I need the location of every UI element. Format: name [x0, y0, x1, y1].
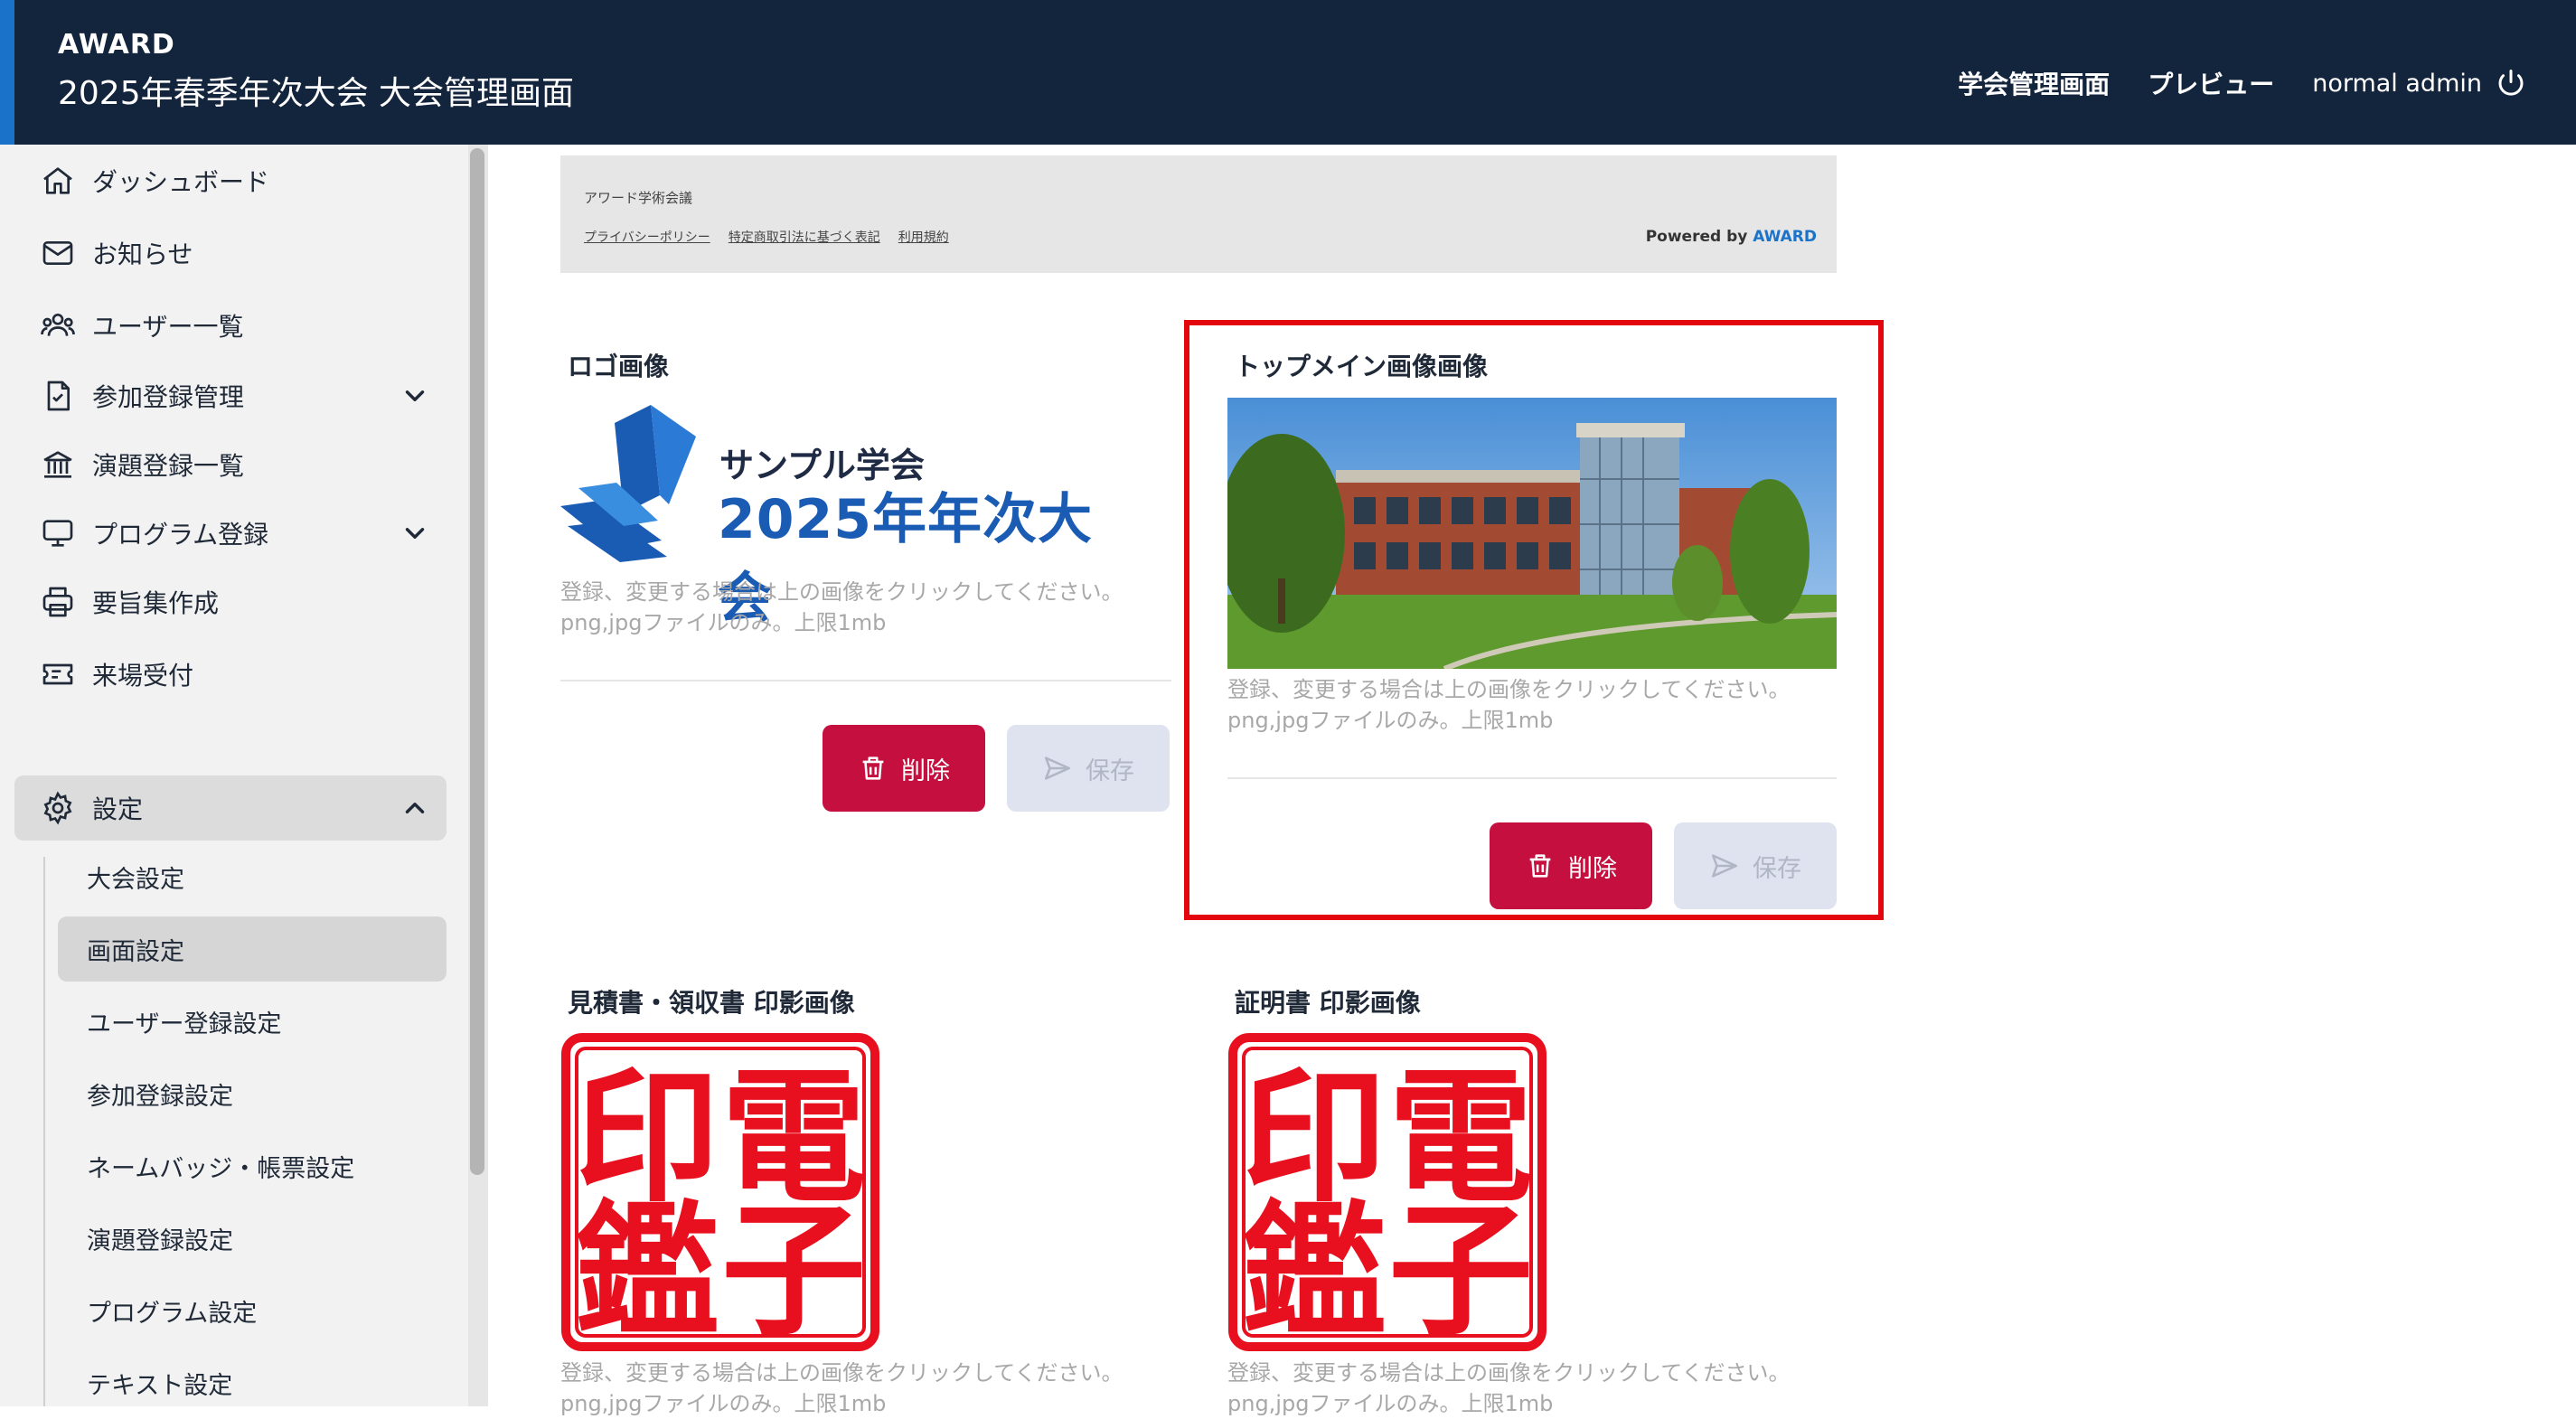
document-check-icon — [47, 381, 70, 411]
users-icon — [41, 314, 75, 336]
footer-link-privacy: プライバシーポリシー — [584, 230, 710, 245]
submenu-abstract-settings[interactable]: 演題登録設定 — [87, 1213, 233, 1264]
top-main-image-label: トップメイン画像画像 — [1235, 352, 1489, 381]
top-main-card-divider — [1227, 777, 1837, 779]
submenu-program-settings[interactable]: プログラム設定 — [87, 1285, 257, 1336]
sidebar-item-abstracts[interactable]: 演題登録一覧 — [40, 437, 244, 492]
seal-stamp: 印 電 鑑 子 — [1228, 1033, 1547, 1356]
certificate-seal-image[interactable]: 印 電 鑑 子 — [1227, 1032, 1547, 1356]
sidebar-item-checkin[interactable]: 来場受付 — [40, 647, 193, 701]
submenu-screen-settings[interactable]: 画面設定 — [87, 924, 184, 974]
estimate-seal-format-hint: png,jpgファイルのみ。上限1mb — [560, 1391, 887, 1416]
estimate-seal-label: 見積書・領収書 印影画像 — [568, 988, 855, 1018]
sidebar-item-label: 来場受付 — [92, 661, 194, 691]
estimate-seal-image[interactable]: 印 電 鑑 子 — [560, 1032, 880, 1356]
certificate-seal-hint-text: 登録、変更する場合は上の画像をクリックしてください。 — [1227, 1360, 1791, 1386]
sidebar-item-settings[interactable]: 設定 — [40, 781, 143, 835]
logo-image-label: ロゴ画像 — [568, 352, 670, 381]
header-nav: 学会管理画面 プレビュー normal admin — [1958, 65, 2527, 101]
chevron-down-icon[interactable] — [400, 381, 430, 411]
submenu-user-registration-settings[interactable]: ユーザー登録設定 — [87, 996, 281, 1047]
seal-char-3: 鑑 — [575, 1186, 719, 1352]
sidebar-item-news[interactable]: お知らせ — [40, 226, 193, 280]
footer-org-name: アワード学術会議 — [584, 190, 693, 206]
logo-hint-text: 登録、変更する場合は上の画像をクリックしてください。 — [560, 579, 1123, 605]
home-icon — [43, 167, 72, 194]
seal-char-4: 子 — [721, 1186, 866, 1352]
user-name: normal admin — [2312, 69, 2482, 98]
submenu-participation-settings[interactable]: 参加登録設定 — [87, 1068, 233, 1119]
send-icon — [1044, 756, 1071, 780]
logo-format-hint: png,jpgファイルのみ。上限1mb — [560, 610, 887, 635]
top-main-save-button[interactable]: 保存 — [1674, 822, 1837, 909]
building-icon — [43, 451, 72, 478]
send-icon — [1711, 854, 1738, 878]
delete-label: 削除 — [901, 756, 950, 785]
certificate-seal-label: 証明書 印影画像 — [1235, 988, 1421, 1018]
save-label: 保存 — [1086, 756, 1134, 785]
trash-icon — [862, 756, 884, 780]
sidebar-scrollbar-thumb[interactable] — [470, 148, 484, 1175]
sidebar-item-label: お知らせ — [92, 240, 193, 269]
seal-stamp: 印 電 鑑 子 — [561, 1033, 879, 1356]
gear-icon — [43, 791, 72, 825]
sidebar-item-label: 設定 — [92, 794, 144, 824]
sidebar-item-label: 演題登録一覧 — [92, 451, 245, 481]
save-label: 保存 — [1753, 854, 1801, 883]
certificate-seal-format-hint: png,jpgファイルのみ。上限1mb — [1227, 1391, 1554, 1416]
submenu-text-settings[interactable]: テキスト設定 — [87, 1358, 232, 1408]
footer-link-terms: 利用規約 — [898, 230, 949, 245]
footer-link-commerce: 特定商取引法に基づく表記 — [728, 230, 880, 245]
sidebar-item-label: 参加登録管理 — [92, 382, 245, 412]
power-icon[interactable] — [2495, 67, 2527, 99]
nav-preview-link[interactable]: プレビュー — [2148, 65, 2274, 101]
submenu-guide-line — [43, 857, 45, 1406]
header-accent-bar — [0, 0, 14, 145]
printer-icon — [42, 587, 73, 617]
chevron-up-icon[interactable] — [400, 793, 430, 823]
top-main-format-hint: png,jpgファイルのみ。上限1mb — [1227, 708, 1554, 733]
estimate-seal-hint-text: 登録、変更する場合は上の画像をクリックしてください。 — [560, 1360, 1123, 1386]
sidebar-item-dashboard[interactable]: ダッシュボード — [40, 154, 269, 208]
page-title: 2025年春季年次大会 大会管理画面 — [58, 75, 575, 112]
powered-by-prefix: Powered by — [1645, 228, 1748, 246]
submenu-event-settings[interactable]: 大会設定 — [87, 851, 184, 902]
chevron-down-icon[interactable] — [400, 518, 430, 549]
sidebar-item-users[interactable]: ユーザー一覧 — [40, 298, 243, 352]
seal-char-3: 鑑 — [1242, 1186, 1387, 1352]
logo-image[interactable]: サンプル学会 2025年年次大会 — [560, 405, 1130, 630]
user-menu[interactable]: normal admin — [2312, 67, 2527, 99]
top-main-image[interactable] — [1227, 398, 1837, 669]
logo-save-button[interactable]: 保存 — [1007, 725, 1170, 812]
monitor-icon — [42, 520, 73, 547]
sidebar-item-label: ユーザー一覧 — [92, 312, 244, 342]
seal-char-4: 子 — [1388, 1186, 1533, 1352]
sidebar-item-label: 要旨集作成 — [92, 588, 220, 618]
sidebar-item-label: ダッシュボード — [92, 167, 270, 197]
logo-delete-button[interactable]: 削除 — [823, 725, 985, 812]
submenu-namebadge-settings[interactable]: ネームバッジ・帳票設定 — [87, 1141, 354, 1191]
top-main-delete-button[interactable]: 削除 — [1490, 822, 1652, 909]
top-main-hint-text: 登録、変更する場合は上の画像をクリックしてください。 — [1227, 677, 1791, 702]
footer-links: プライバシーポリシー 特定商取引法に基づく表記 利用規約 — [584, 228, 949, 246]
sidebar-item-label: プログラム登録 — [92, 520, 269, 550]
mail-icon — [42, 241, 73, 265]
sidebar-item-registration[interactable]: 参加登録管理 — [40, 369, 244, 423]
logo-card-divider — [560, 680, 1171, 681]
delete-label: 削除 — [1568, 854, 1617, 883]
nav-society-admin-link[interactable]: 学会管理画面 — [1958, 65, 2110, 101]
brand-logo: AWARD — [58, 29, 175, 61]
powered-by: Powered by AWARD — [1646, 228, 1817, 246]
campus-photo — [1227, 398, 1837, 669]
sidebar-item-abstract-book[interactable]: 要旨集作成 — [40, 575, 219, 629]
footer-preview-image[interactable]: アワード学術会議 プライバシーポリシー 特定商取引法に基づく表記 利用規約 Po… — [560, 155, 1837, 273]
book-logo-icon — [560, 405, 696, 562]
sidebar-item-program[interactable]: プログラム登録 — [40, 506, 268, 560]
ticket-icon — [42, 663, 73, 685]
powered-by-brand: AWARD — [1753, 228, 1817, 246]
trash-icon — [1529, 854, 1551, 878]
